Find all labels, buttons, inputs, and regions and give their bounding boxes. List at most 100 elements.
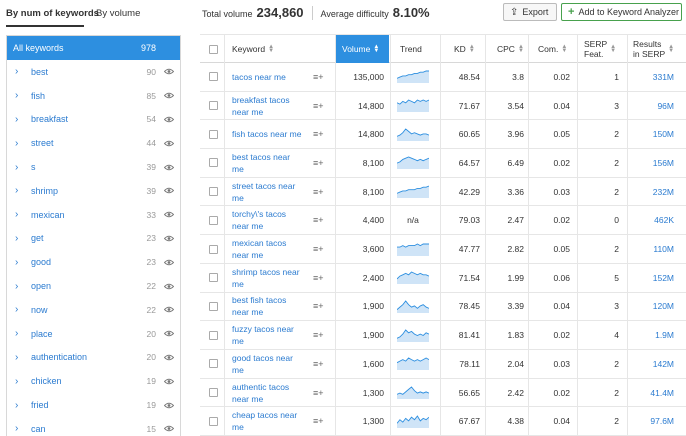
tab-by-volume[interactable]: By volume (96, 8, 140, 19)
eye-icon[interactable] (164, 283, 174, 290)
sidebar-item-get[interactable]: › get 23 (7, 227, 180, 251)
kd-value: 81.41 (458, 330, 480, 341)
row-checkbox[interactable] (209, 359, 218, 369)
results-in-serp-link[interactable]: 120M (653, 301, 674, 311)
eye-icon[interactable] (164, 259, 174, 266)
sidebar-item-can[interactable]: › can 15 (7, 417, 180, 436)
sidebar-item-mexican[interactable]: › mexican 33 (7, 203, 180, 227)
column-kd[interactable]: KD ▲ ▼ (454, 35, 484, 63)
keyword-link[interactable]: breakfast tacos near me (232, 94, 290, 118)
sidebar-item-good[interactable]: › good 23 (7, 250, 180, 274)
sidebar-item-best[interactable]: › best 90 (7, 60, 180, 84)
add-to-list-icon[interactable]: ≡+ (313, 388, 324, 398)
sidebar-item-fried[interactable]: › fried 19 (7, 393, 180, 417)
eye-icon[interactable] (164, 140, 174, 147)
export-button[interactable]: ⇪ Export (503, 3, 557, 21)
add-to-list-icon[interactable]: ≡+ (313, 187, 324, 197)
add-to-list-icon[interactable]: ≡+ (313, 301, 324, 311)
sidebar-item-s[interactable]: › s 39 (7, 155, 180, 179)
add-to-list-icon[interactable]: ≡+ (313, 273, 324, 283)
results-in-serp-link[interactable]: 331M (653, 72, 674, 82)
add-to-list-icon[interactable]: ≡+ (313, 359, 324, 369)
eye-icon[interactable] (164, 378, 174, 385)
eye-icon[interactable] (164, 235, 174, 242)
sidebar-item-now[interactable]: › now 22 (7, 298, 180, 322)
row-checkbox[interactable] (209, 273, 218, 283)
eye-icon[interactable] (164, 306, 174, 313)
keyword-link[interactable]: cheap tacos near me (232, 409, 297, 433)
row-checkbox[interactable] (209, 72, 218, 82)
eye-icon[interactable] (164, 330, 174, 337)
results-in-serp-link[interactable]: 150M (653, 129, 674, 139)
keyword-link[interactable]: torchy\'s tacos near me (232, 208, 286, 232)
keyword-link[interactable]: best fish tacos near me (232, 294, 286, 318)
results-in-serp-link[interactable]: 96M (657, 101, 674, 111)
row-checkbox[interactable] (209, 158, 218, 168)
sidebar-item-street[interactable]: › street 44 (7, 131, 180, 155)
row-checkbox[interactable] (209, 101, 218, 111)
results-in-serp-link[interactable]: 97.6M (650, 416, 674, 426)
sidebar-item-shrimp[interactable]: › shrimp 39 (7, 179, 180, 203)
add-to-list-icon[interactable]: ≡+ (313, 158, 324, 168)
row-checkbox[interactable] (209, 215, 218, 225)
keyword-link[interactable]: fuzzy tacos near me (232, 323, 294, 347)
column-results-in-serp[interactable]: Results in SERP ▲ ▼ (633, 35, 685, 63)
eye-icon[interactable] (164, 187, 174, 194)
column-volume[interactable]: Volume ▲ ▼ (335, 35, 389, 63)
row-checkbox[interactable] (209, 187, 218, 197)
table-row: mexican tacos near me ≡+ 3,600 47.77 2.82 0.05… (200, 235, 686, 264)
row-checkbox[interactable] (209, 244, 218, 254)
row-checkbox[interactable] (209, 388, 218, 398)
row-checkbox[interactable] (209, 416, 218, 426)
sidebar-item-authentication[interactable]: › authentication 20 (7, 346, 180, 370)
sidebar-item-all-keywords[interactable]: All keywords 978 (7, 36, 180, 60)
eye-icon[interactable] (164, 116, 174, 123)
column-serp-features[interactable]: SERP Feat. ▲ ▼ (584, 35, 620, 63)
column-cpc[interactable]: CPC ▲ ▼ (497, 35, 527, 63)
select-all-checkbox[interactable] (209, 44, 218, 54)
results-in-serp-link[interactable]: 142M (653, 359, 674, 369)
row-checkbox[interactable] (209, 330, 218, 340)
keyword-link[interactable]: mexican tacos near me (232, 237, 286, 261)
keyword-link[interactable]: tacos near me (232, 71, 286, 83)
keyword-link[interactable]: street tacos near me (232, 180, 295, 204)
results-in-serp-link[interactable]: 232M (653, 187, 674, 197)
add-to-list-icon[interactable]: ≡+ (313, 215, 324, 225)
keyword-link[interactable]: good tacos near me (232, 352, 293, 376)
eye-icon[interactable] (164, 425, 174, 432)
add-to-list-icon[interactable]: ≡+ (313, 101, 324, 111)
sidebar-item-breakfast[interactable]: › breakfast 54 (7, 108, 180, 132)
eye-icon[interactable] (164, 164, 174, 171)
results-in-serp-link[interactable]: 152M (653, 273, 674, 283)
keyword-link[interactable]: fish tacos near me (232, 128, 301, 140)
add-to-list-icon[interactable]: ≡+ (313, 416, 324, 426)
results-in-serp-link[interactable]: 462K (654, 215, 674, 225)
eye-icon[interactable] (164, 211, 174, 218)
add-to-keyword-analyzer-button[interactable]: + Add to Keyword Analyzer (561, 3, 682, 21)
sidebar-item-fish[interactable]: › fish 85 (7, 84, 180, 108)
column-keyword[interactable]: Keyword ▲ ▼ (232, 35, 332, 63)
results-in-serp-link[interactable]: 110M (653, 244, 674, 254)
tab-by-num-of-keywords[interactable]: By num of keywords (6, 8, 99, 19)
add-to-list-icon[interactable]: ≡+ (313, 244, 324, 254)
eye-icon[interactable] (164, 92, 174, 99)
keyword-link[interactable]: shrimp tacos near me (232, 266, 300, 290)
eye-icon[interactable] (164, 68, 174, 75)
results-in-serp-link[interactable]: 1.9M (655, 330, 674, 340)
results-in-serp-link[interactable]: 156M (653, 158, 674, 168)
add-to-list-icon[interactable]: ≡+ (313, 129, 324, 139)
row-checkbox[interactable] (209, 301, 218, 311)
keyword-link[interactable]: authentic tacos near me (232, 381, 289, 405)
results-in-serp-link[interactable]: 41.4M (650, 388, 674, 398)
keyword-link[interactable]: best tacos near me (232, 151, 290, 175)
sidebar-item-chicken[interactable]: › chicken 19 (7, 369, 180, 393)
add-to-list-icon[interactable]: ≡+ (313, 72, 324, 82)
eye-icon[interactable] (164, 402, 174, 409)
row-checkbox[interactable] (209, 129, 218, 139)
sidebar-item-place[interactable]: › place 20 (7, 322, 180, 346)
eye-icon[interactable] (164, 354, 174, 361)
sort-icon: ▲ ▼ (468, 44, 475, 54)
column-com[interactable]: Com. ▲ ▼ (538, 35, 572, 63)
sidebar-item-open[interactable]: › open 22 (7, 274, 180, 298)
add-to-list-icon[interactable]: ≡+ (313, 330, 324, 340)
